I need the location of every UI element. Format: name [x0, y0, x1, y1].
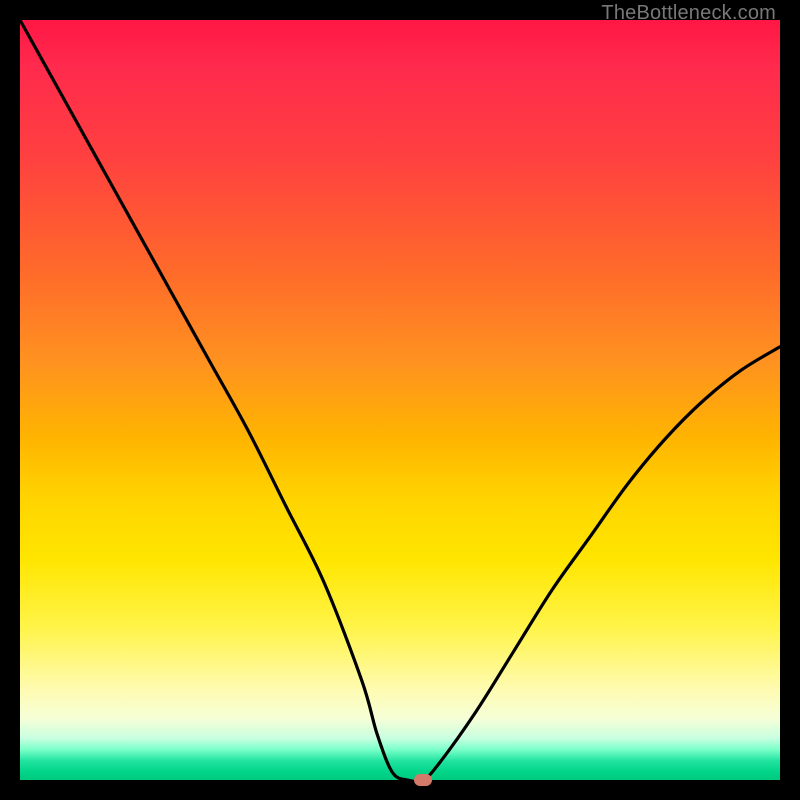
watermark-text: TheBottleneck.com	[601, 2, 776, 25]
plot-area	[20, 20, 780, 780]
optimal-point-marker	[414, 774, 432, 786]
chart-frame: TheBottleneck.com	[0, 0, 800, 800]
bottleneck-curve	[20, 20, 780, 780]
